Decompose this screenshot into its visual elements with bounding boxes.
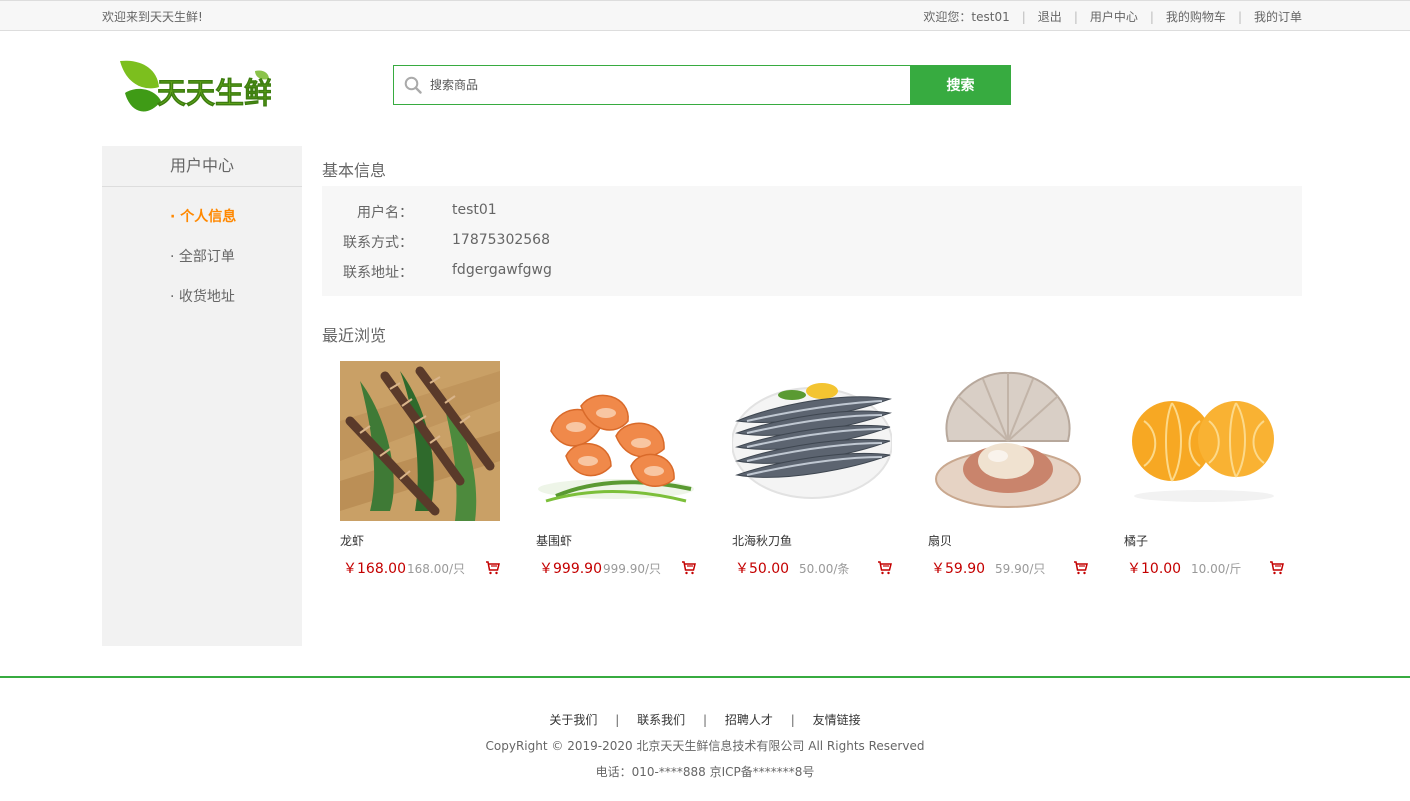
- sidebar-title: 用户中心: [102, 146, 302, 187]
- product-price: ￥999.90: [539, 561, 602, 577]
- product-image-saury[interactable]: [732, 361, 892, 521]
- user-center-sidebar: 用户中心 · 个人信息 · 全部订单 · 收货地址: [102, 146, 302, 646]
- recent-title: 最近浏览: [322, 326, 387, 345]
- product-name[interactable]: 基围虾: [536, 532, 572, 549]
- info-label: 联系地址：: [343, 265, 413, 281]
- logo-text: 天天生鲜: [157, 76, 271, 110]
- divider: |: [702, 713, 708, 727]
- product-name[interactable]: 橘子: [1124, 532, 1148, 549]
- greeting-label: 欢迎您：: [923, 10, 972, 24]
- sidebar-item-orders[interactable]: · 全部订单: [102, 247, 302, 287]
- add-to-cart-icon[interactable]: [681, 560, 696, 575]
- product-unit-price: 59.90/只: [995, 562, 1046, 576]
- footer-links: 关于我们 | 联系我们 | 招聘人才 | 友情链接: [0, 711, 1410, 728]
- info-value: test01: [452, 202, 497, 218]
- add-to-cart-icon[interactable]: [1269, 560, 1284, 575]
- footer-link-friends[interactable]: 友情链接: [813, 713, 861, 727]
- info-value: fdgergawfgwg: [452, 262, 552, 278]
- my-cart-link[interactable]: 我的购物车: [1166, 8, 1226, 25]
- add-to-cart-icon[interactable]: [877, 560, 892, 575]
- search-input[interactable]: [430, 66, 900, 104]
- product-price: ￥59.90: [931, 561, 986, 577]
- add-to-cart-icon[interactable]: [1073, 560, 1088, 575]
- search-icon: [404, 76, 422, 94]
- product-unit-price: 50.00/条: [799, 562, 850, 576]
- product-price: ￥10.00: [1127, 561, 1182, 577]
- basic-info-panel: 用户名： test01 联系方式： 17875302568 联系地址： fdge…: [322, 186, 1302, 296]
- search-button[interactable]: 搜索: [910, 65, 1011, 105]
- footer-link-jobs[interactable]: 招聘人才: [725, 713, 773, 727]
- footer-link-about[interactable]: 关于我们: [549, 713, 597, 727]
- top-bar: 欢迎来到天天生鲜! 欢迎您： test01 | 退出 | 用户中心 | 我的购物…: [0, 0, 1410, 31]
- welcome-text: 欢迎来到天天生鲜!: [102, 10, 203, 24]
- product-card: 龙虾 ￥168.00 168.00/只: [340, 361, 500, 581]
- product-unit-price: 10.00/斤: [1191, 562, 1242, 576]
- leaf-logo-icon: 天天生鲜: [120, 60, 273, 112]
- product-name[interactable]: 龙虾: [340, 532, 364, 549]
- divider: |: [790, 713, 795, 727]
- info-label: 用户名：: [357, 205, 413, 221]
- product-card: 北海秋刀鱼 ￥50.00 50.00/条: [732, 361, 892, 581]
- product-image-orange[interactable]: [1124, 361, 1284, 521]
- product-name[interactable]: 北海秋刀鱼: [732, 532, 792, 549]
- info-value: 17875302568: [452, 232, 550, 248]
- product-name[interactable]: 扇贝: [928, 532, 952, 549]
- divider: |: [615, 713, 620, 727]
- user-center-link[interactable]: 用户中心: [1090, 8, 1138, 25]
- product-card: 扇贝 ￥59.90 59.90/只: [928, 361, 1088, 581]
- divider: |: [1237, 9, 1242, 24]
- product-unit-price: 999.90/只: [603, 562, 662, 576]
- product-image-shrimp[interactable]: [536, 361, 696, 521]
- info-label: 联系方式：: [343, 235, 413, 251]
- my-orders-link[interactable]: 我的订单: [1254, 8, 1302, 25]
- product-unit-price: 168.00/只: [407, 562, 466, 576]
- divider: |: [1149, 9, 1154, 24]
- product-card: 基围虾 ￥999.90 999.90/只: [536, 361, 696, 581]
- sidebar-item-address[interactable]: · 收货地址: [102, 287, 302, 327]
- product-card: 橘子 ￥10.00 10.00/斤: [1124, 361, 1284, 581]
- basic-info-title: 基本信息: [322, 161, 387, 180]
- divider: |: [1021, 9, 1026, 24]
- site-logo[interactable]: 天天生鲜: [117, 57, 273, 121]
- search-box: [393, 65, 911, 105]
- copyright-text: CopyRight © 2019-2020 北京天天生鲜信息技术有限公司 All…: [485, 739, 925, 753]
- sidebar-item-profile[interactable]: · 个人信息: [102, 207, 302, 247]
- divider: |: [1073, 9, 1078, 24]
- product-image-scallop[interactable]: [928, 361, 1088, 521]
- user-links: 欢迎您： test01 | 退出 | 用户中心 | 我的购物车 | 我的订单: [923, 8, 1302, 25]
- footer-link-contact[interactable]: 联系我们: [637, 713, 685, 727]
- username-text: test01: [971, 9, 1010, 24]
- product-image-lobster[interactable]: [340, 361, 500, 521]
- product-price: ￥50.00: [735, 561, 790, 577]
- contact-phone-text: 电话：010-****888 京ICP备*******8号: [595, 765, 815, 779]
- site-footer: 关于我们 | 联系我们 | 招聘人才 | 友情链接 CopyRight © 20…: [0, 676, 1410, 801]
- logout-link[interactable]: 退出: [1038, 8, 1062, 25]
- add-to-cart-icon[interactable]: [485, 560, 500, 575]
- product-price: ￥168.00: [343, 561, 406, 577]
